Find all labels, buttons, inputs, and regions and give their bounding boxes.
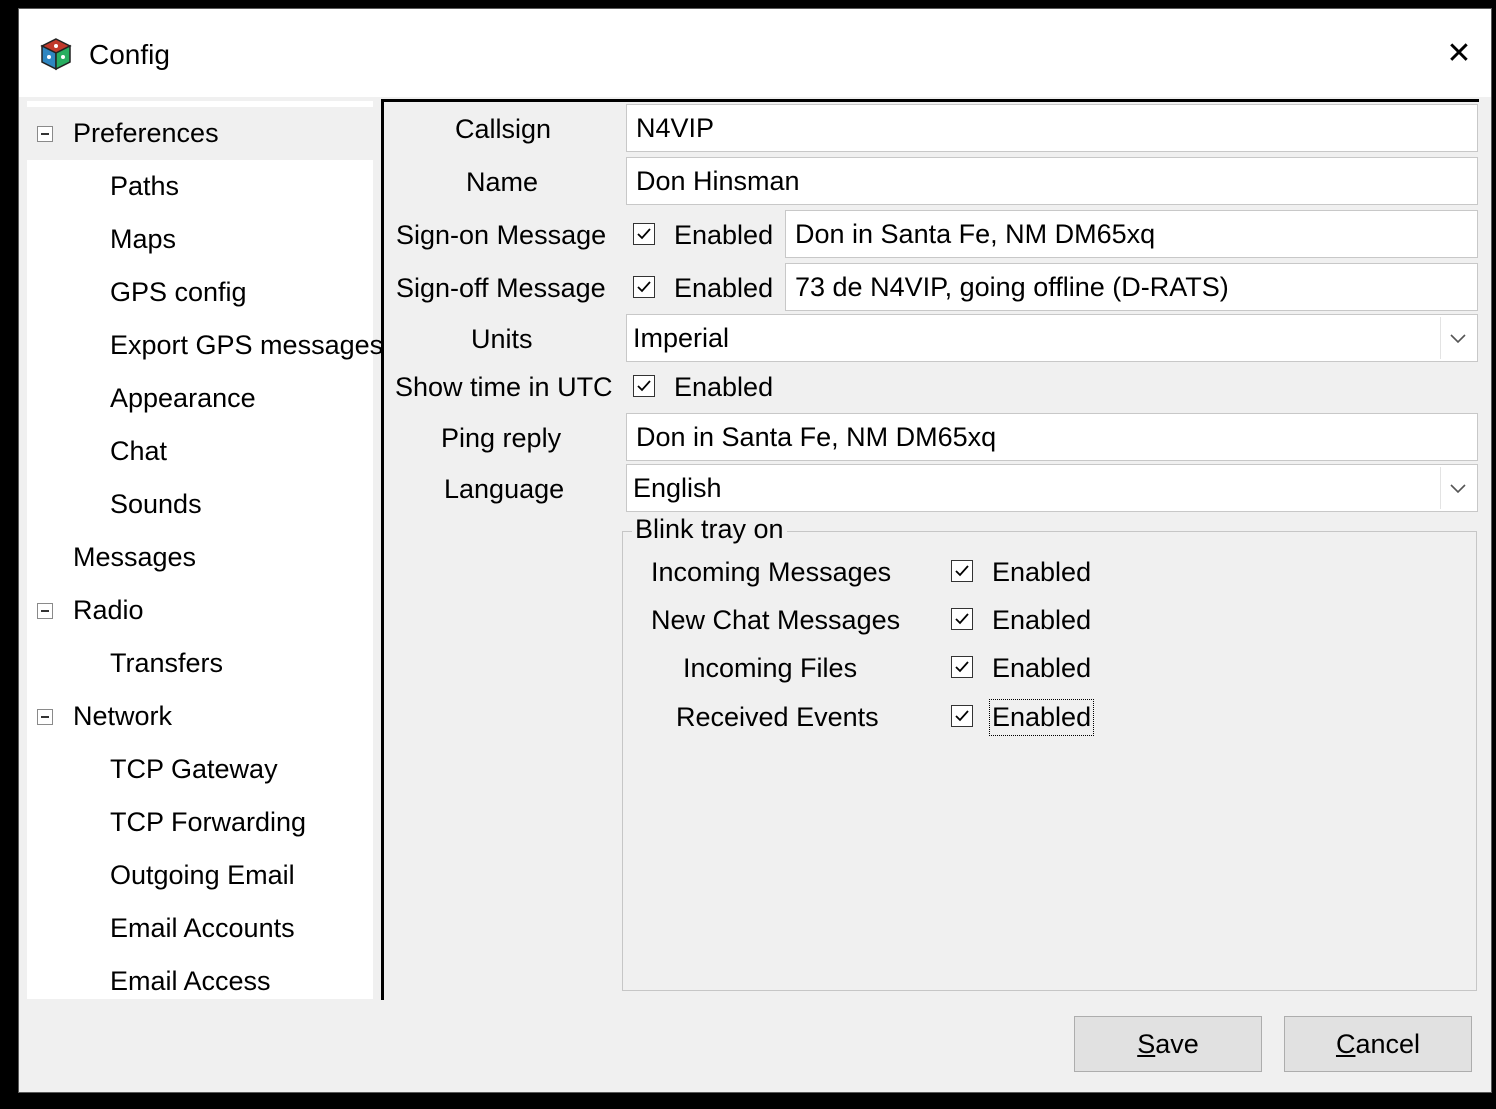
tree-item-tcp-forwarding[interactable]: TCP Forwarding (110, 796, 306, 849)
units-value: Imperial (633, 323, 730, 353)
utc-enabled-label[interactable]: Enabled (674, 372, 773, 403)
collapse-icon[interactable] (37, 709, 53, 725)
new-chat-messages-enabled-label[interactable]: Enabled (992, 605, 1091, 636)
checkmark-icon (955, 565, 969, 577)
tree-item-label: Preferences (73, 118, 219, 148)
collapse-icon[interactable] (37, 126, 53, 142)
chevron-down-icon[interactable] (1440, 467, 1475, 509)
tree-item-chat[interactable]: Chat (110, 425, 167, 478)
cancel-button[interactable]: Cancel (1284, 1016, 1472, 1072)
signoff-label: Sign-off Message (396, 273, 606, 303)
new-chat-messages-label: New Chat Messages (651, 605, 901, 635)
ping-label: Ping reply (441, 423, 562, 453)
checkmark-icon (955, 613, 969, 625)
checkmark-icon (955, 661, 969, 673)
title-bar: Config ✕ (19, 9, 1491, 97)
close-icon: ✕ (1446, 36, 1472, 70)
cancel-mnemonic: C (1335, 1029, 1356, 1059)
incoming-files-enabled-label[interactable]: Enabled (992, 653, 1091, 684)
settings-tree: Preferences Paths Maps GPS config Export… (27, 101, 383, 999)
name-label: Name (466, 167, 539, 197)
tree-item-network[interactable]: Network (27, 690, 373, 743)
checkmark-icon (637, 228, 651, 240)
received-events-checkbox[interactable] (951, 705, 973, 727)
chevron-down-icon[interactable] (1440, 317, 1475, 359)
tree-item-maps[interactable]: Maps (110, 213, 176, 266)
tree-item-gps-config[interactable]: GPS config (110, 266, 247, 319)
received-events-label: Received Events (676, 702, 879, 732)
incoming-messages-label: Incoming Messages (651, 557, 892, 587)
received-events-enabled-label[interactable]: Enabled (988, 699, 1095, 736)
blink-tray-legend: Blink tray on (632, 514, 787, 545)
save-mnemonic: S (1137, 1029, 1156, 1059)
callsign-label: Callsign (455, 114, 552, 144)
incoming-files-label: Incoming Files (683, 653, 858, 683)
tree-item-outgoing-email[interactable]: Outgoing Email (110, 849, 295, 902)
signoff-enabled-label[interactable]: Enabled (674, 273, 773, 304)
signon-label: Sign-on Message (396, 220, 607, 250)
utc-label: Show time in UTC (395, 372, 613, 402)
cancel-label: ancel (1355, 1029, 1421, 1059)
language-value: English (633, 473, 722, 503)
checkmark-icon (637, 380, 651, 392)
checkmark-icon (955, 710, 969, 722)
signon-enabled-label[interactable]: Enabled (674, 220, 773, 251)
tree-item-label: Network (73, 701, 173, 731)
incoming-messages-checkbox[interactable] (951, 560, 973, 582)
collapse-icon[interactable] (37, 603, 53, 619)
tree-item-tcp-gateway[interactable]: TCP Gateway (110, 743, 278, 796)
tree-item-transfers[interactable]: Transfers (110, 637, 223, 690)
name-input[interactable]: Don Hinsman (626, 157, 1478, 205)
tree-item-label: Radio (73, 595, 144, 625)
language-select[interactable]: English (626, 464, 1478, 512)
language-label: Language (444, 474, 565, 504)
utc-enabled-checkbox[interactable] (633, 375, 655, 397)
save-label: ave (1155, 1029, 1199, 1059)
signoff-enabled-checkbox[interactable] (633, 276, 655, 298)
signon-message-input[interactable]: Don in Santa Fe, NM DM65xq (785, 210, 1478, 258)
tree-item-appearance[interactable]: Appearance (110, 372, 256, 425)
checkmark-icon (637, 281, 651, 293)
tree-item-radio[interactable]: Radio (27, 584, 373, 637)
signoff-message-input[interactable]: 73 de N4VIP, going offline (D-RATS) (785, 263, 1478, 311)
new-chat-messages-checkbox[interactable] (951, 608, 973, 630)
close-button[interactable]: ✕ (1427, 9, 1491, 97)
incoming-files-checkbox[interactable] (951, 656, 973, 678)
blink-tray-group (622, 531, 1477, 991)
save-button[interactable]: Save (1074, 1016, 1262, 1072)
units-label: Units (471, 324, 533, 354)
callsign-input[interactable]: N4VIP (626, 104, 1478, 152)
units-select[interactable]: Imperial (626, 314, 1478, 362)
tree-item-messages[interactable]: Messages (73, 531, 196, 584)
dice-cube-icon (39, 37, 73, 71)
tree-item-email-access[interactable]: Email Access (110, 955, 271, 1008)
tree-item-sounds[interactable]: Sounds (110, 478, 202, 531)
tree-item-paths[interactable]: Paths (110, 160, 179, 213)
signon-enabled-checkbox[interactable] (633, 223, 655, 245)
window-title: Config (89, 39, 170, 70)
tree-item-preferences[interactable]: Preferences (27, 107, 373, 160)
tree-item-email-accounts[interactable]: Email Accounts (110, 902, 295, 955)
incoming-messages-enabled-label[interactable]: Enabled (992, 557, 1091, 588)
ping-reply-input[interactable]: Don in Santa Fe, NM DM65xq (626, 413, 1478, 461)
tree-item-export-gps-messages[interactable]: Export GPS messages (110, 319, 383, 372)
